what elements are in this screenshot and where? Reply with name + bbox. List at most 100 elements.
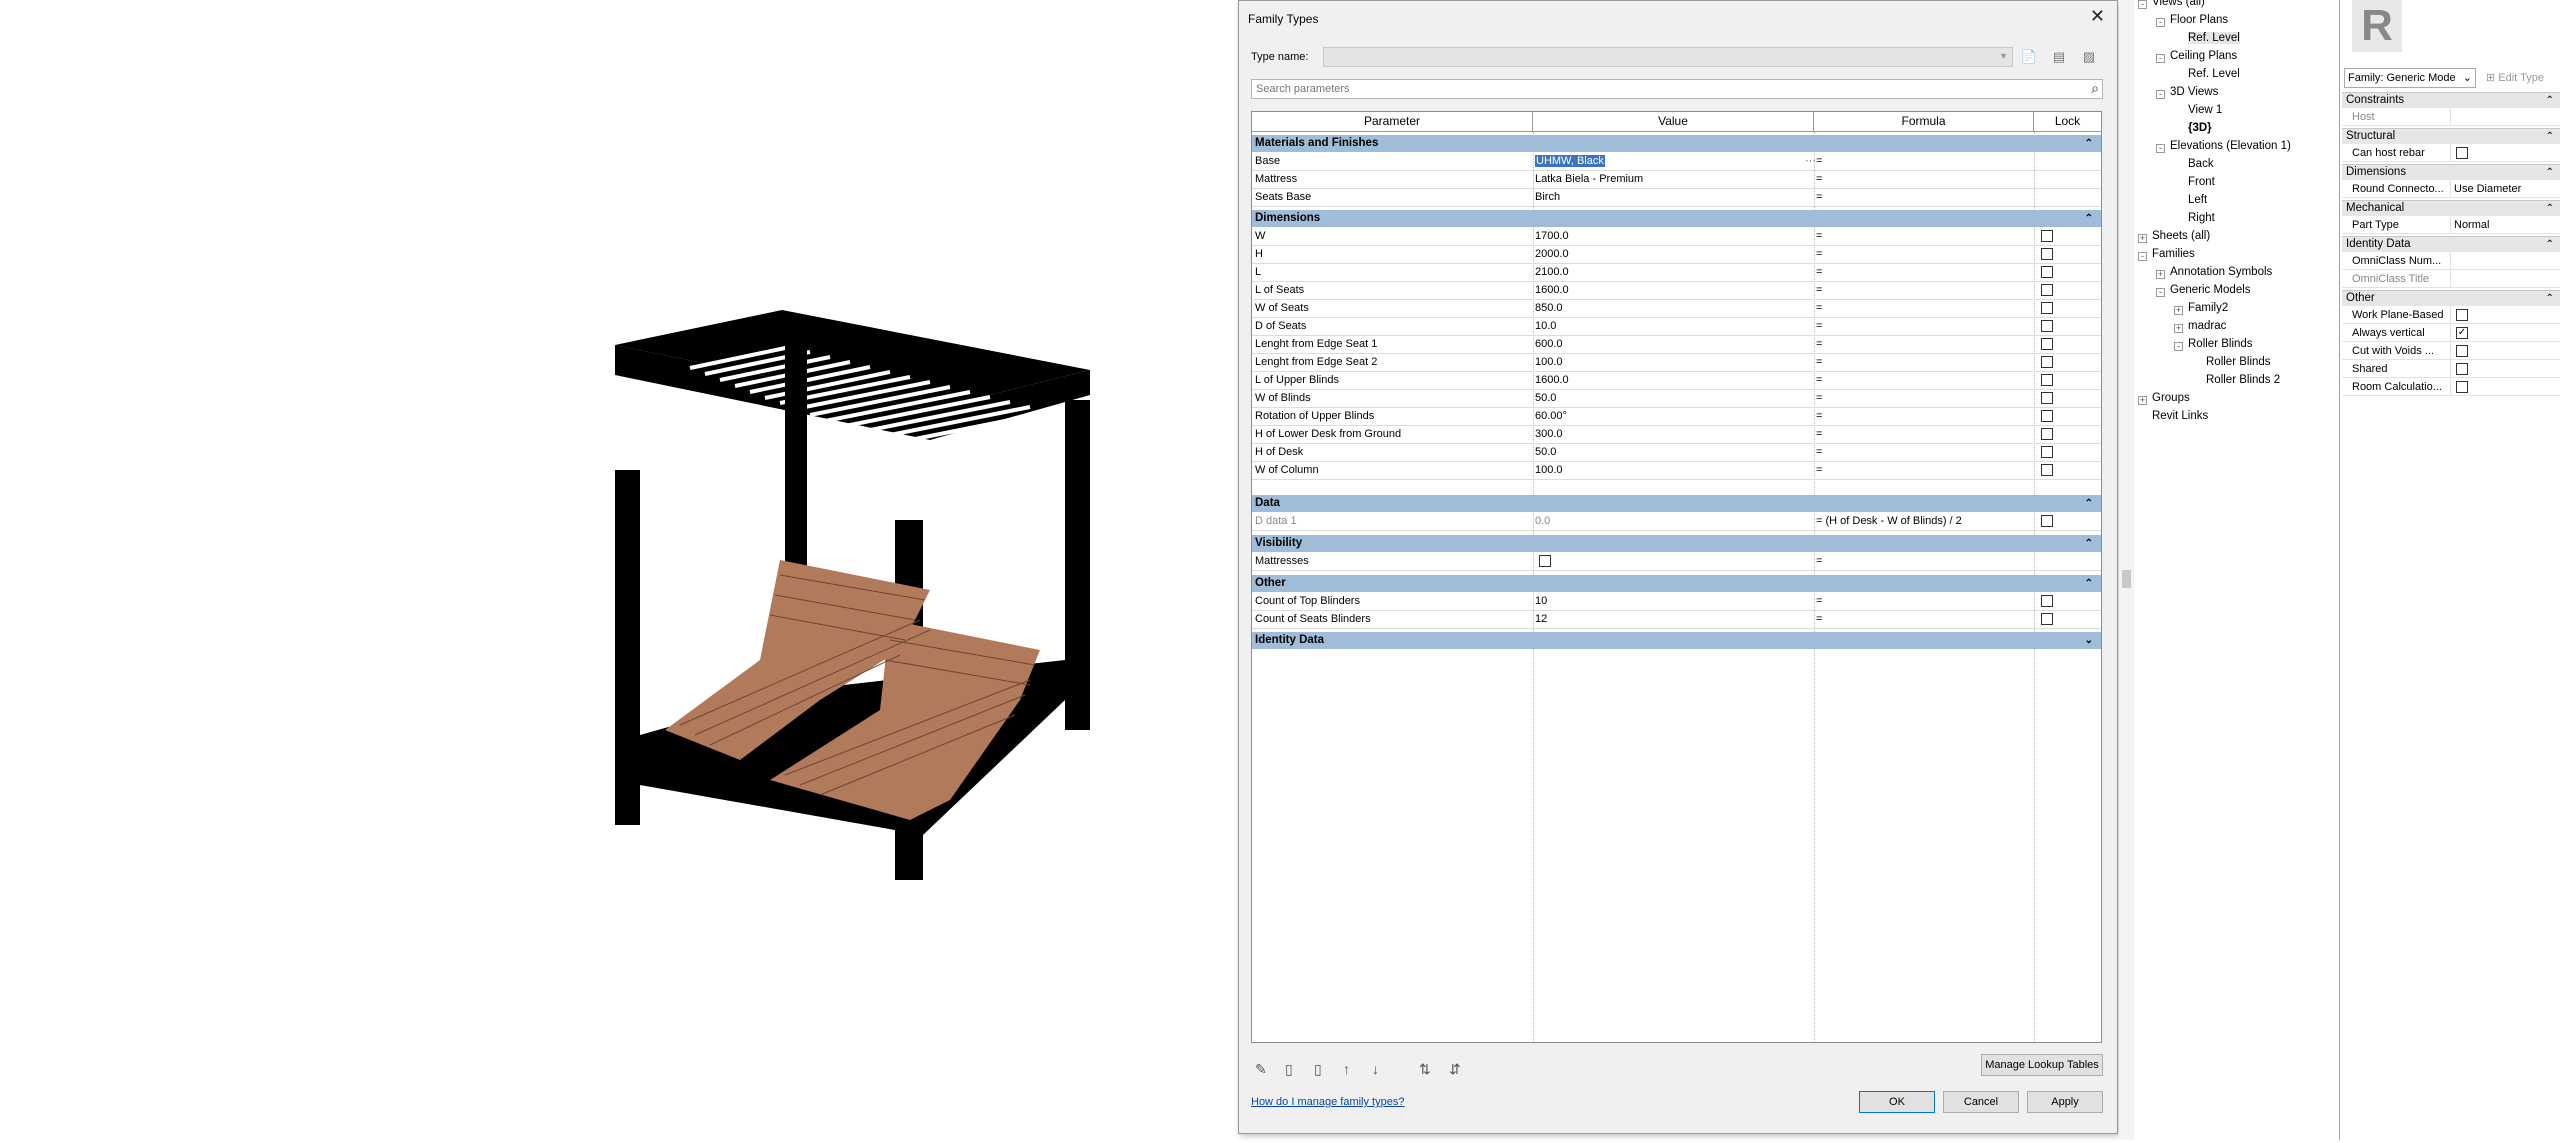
lock-checkbox[interactable] [2041, 515, 2053, 527]
group-data[interactable]: Data ⌃ [1252, 495, 2101, 512]
lock-checkbox[interactable] [2041, 266, 2053, 278]
table-row[interactable]: Count of Seats Blinders 12 = [1252, 611, 2101, 629]
table-row[interactable]: L 2100.0 = [1252, 264, 2101, 282]
browser-item[interactable]: Roller Blinds [2206, 356, 2271, 368]
param-value[interactable]: 60.00° [1535, 410, 1567, 422]
browser-item[interactable]: Family2 [2188, 302, 2228, 314]
browser-item[interactable]: Elevations (Elevation 1) [2170, 140, 2291, 152]
group-other[interactable]: Other ⌃ [1252, 575, 2101, 592]
sort-descending-icon[interactable]: ⇵ [1449, 1061, 1461, 1078]
checkbox-checked[interactable]: ✓ [2456, 327, 2468, 339]
checkbox[interactable] [2456, 363, 2468, 375]
param-value[interactable]: 300.0 [1535, 428, 1563, 440]
lock-checkbox[interactable] [2041, 613, 2053, 625]
table-row[interactable]: Lenght from Edge Seat 1 600.0 = [1252, 336, 2101, 354]
param-value[interactable]: 12 [1535, 613, 1547, 625]
sort-ascending-icon[interactable]: ⇅ [1419, 1061, 1431, 1078]
search-input[interactable]: Search parameters ⌕ [1251, 79, 2103, 99]
collapse-toggle-icon[interactable]: - [2156, 54, 2165, 63]
table-row[interactable]: W 1700.0 = [1252, 228, 2101, 246]
new-parameter-icon[interactable]: ▯ [1285, 1061, 1293, 1078]
browser-item[interactable]: Floor Plans [2170, 14, 2228, 26]
param-value[interactable]: 100.0 [1535, 356, 1563, 368]
table-row[interactable]: D of Seats 10.0 = [1252, 318, 2101, 336]
prop-cut-with-voids[interactable]: Cut with Voids ... [2342, 342, 2560, 360]
browser-item[interactable]: {3D} [2188, 122, 2212, 134]
param-formula[interactable]: = [1816, 173, 1822, 185]
lock-checkbox[interactable] [2041, 595, 2053, 607]
collapse-toggle-icon[interactable]: - [2138, 252, 2147, 261]
param-formula[interactable]: = [1816, 392, 1822, 404]
param-value[interactable]: Latka Biela - Premium [1535, 173, 1643, 185]
param-value[interactable]: UHMW, Black [1535, 155, 1605, 167]
param-formula[interactable]: = [1816, 374, 1822, 386]
param-value[interactable]: 10.0 [1535, 320, 1556, 332]
browser-item[interactable]: Revit Links [2152, 410, 2208, 422]
column-header-lock[interactable]: Lock [2034, 112, 2101, 132]
expand-toggle-icon[interactable]: + [2174, 306, 2183, 315]
family-type-selector[interactable]: Family: Generic Mode ⌄ [2344, 68, 2476, 88]
lock-checkbox[interactable] [2041, 392, 2053, 404]
browser-item[interactable]: Annotation Symbols [2170, 266, 2272, 278]
param-formula[interactable]: = [1816, 248, 1822, 260]
3d-viewport[interactable] [0, 0, 1236, 1140]
column-header-formula[interactable]: Formula [1814, 112, 2034, 132]
lock-checkbox[interactable] [2041, 410, 2053, 422]
prop-can-host-rebar[interactable]: Can host rebar [2342, 144, 2560, 162]
param-value[interactable]: 2100.0 [1535, 266, 1569, 278]
prop-work-plane-based[interactable]: Work Plane-Based [2342, 306, 2560, 324]
table-row[interactable]: Rotation of Upper Blinds 60.00° = [1252, 408, 2101, 426]
expand-toggle-icon[interactable]: + [2138, 234, 2147, 243]
param-formula[interactable]: = [1816, 338, 1822, 350]
table-row[interactable]: Mattresses = [1252, 553, 2101, 571]
table-row[interactable]: Lenght from Edge Seat 2 100.0 = [1252, 354, 2101, 372]
group-dimensions[interactable]: Dimensions ⌃ [1252, 210, 2101, 227]
table-row[interactable]: D data 1 0.0 = (H of Desk - W of Blinds)… [1252, 513, 2101, 531]
group-materials[interactable]: Materials and Finishes ⌃ [1252, 135, 2101, 152]
delete-type-icon[interactable]: ▨ [2079, 47, 2099, 67]
browser-item[interactable]: Roller Blinds [2188, 338, 2253, 350]
param-formula[interactable]: = [1816, 191, 1822, 203]
group-identity-data[interactable]: Identity Data ⌃ [2342, 236, 2560, 252]
table-row[interactable]: W of Column 100.0 = [1252, 462, 2101, 480]
browser-item[interactable]: Ceiling Plans [2170, 50, 2237, 62]
expand-icon[interactable]: ⌄ [2085, 632, 2093, 649]
edit-type-button[interactable]: ⊞ Edit Type [2482, 68, 2556, 88]
browser-item[interactable]: madrac [2188, 320, 2226, 332]
lock-checkbox[interactable] [2041, 320, 2053, 332]
param-formula[interactable]: = [1816, 302, 1822, 314]
browser-item[interactable]: Views (all) [2152, 0, 2205, 8]
cancel-button[interactable]: Cancel [1943, 1091, 2019, 1113]
param-value[interactable]: 2000.0 [1535, 248, 1569, 260]
checkbox[interactable] [2456, 345, 2468, 357]
browser-item[interactable]: Sheets (all) [2152, 230, 2210, 242]
group-mechanical[interactable]: Mechanical ⌃ [2342, 200, 2560, 216]
expand-toggle-icon[interactable]: + [2156, 270, 2165, 279]
browser-item[interactable]: Ref. Level [2188, 68, 2240, 80]
collapse-icon[interactable]: ⌃ [2085, 210, 2093, 227]
collapse-toggle-icon[interactable]: - [2156, 90, 2165, 99]
expand-toggle-icon[interactable]: + [2174, 324, 2183, 333]
table-row[interactable]: L of Upper Blinds 1600.0 = [1252, 372, 2101, 390]
browser-item[interactable]: Left [2188, 194, 2207, 206]
browser-item[interactable]: 3D Views [2170, 86, 2218, 98]
browser-item[interactable]: Generic Models [2170, 284, 2251, 296]
browser-item[interactable]: View 1 [2188, 104, 2222, 116]
param-value[interactable]: 1600.0 [1535, 284, 1569, 296]
collapse-icon[interactable]: ⌃ [2085, 495, 2093, 512]
param-formula[interactable]: = [1816, 320, 1822, 332]
rename-type-icon[interactable]: ▤ [2049, 47, 2069, 67]
group-dimensions[interactable]: Dimensions ⌃ [2342, 164, 2560, 180]
help-link[interactable]: How do I manage family types? [1251, 1096, 1404, 1108]
close-icon[interactable]: ✕ [2090, 7, 2105, 25]
param-value[interactable]: 1700.0 [1535, 230, 1569, 242]
delete-parameter-icon[interactable]: ▯ [1314, 1061, 1322, 1078]
column-header-parameter[interactable]: Parameter [1252, 112, 1533, 132]
collapse-icon[interactable]: ⌃ [2085, 135, 2093, 152]
param-value[interactable]: 50.0 [1535, 392, 1556, 404]
lock-checkbox[interactable] [2041, 464, 2053, 476]
apply-button[interactable]: Apply [2027, 1091, 2103, 1113]
ok-button[interactable]: OK [1859, 1091, 1935, 1113]
browser-item[interactable]: Ref. Level [2188, 32, 2240, 44]
lock-checkbox[interactable] [2041, 446, 2053, 458]
